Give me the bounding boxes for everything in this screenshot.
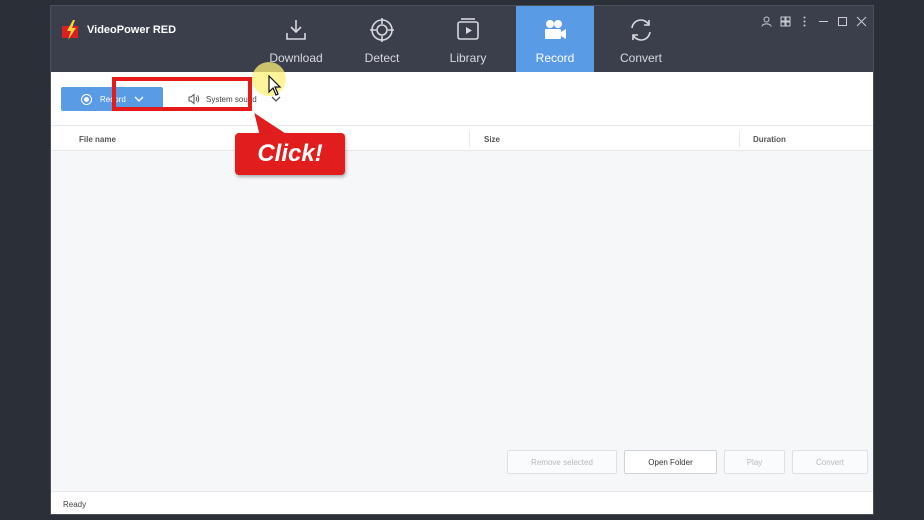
- tab-label: Convert: [619, 51, 663, 65]
- status-text: Ready: [63, 499, 87, 509]
- column-header-file-name[interactable]: File name: [79, 135, 116, 144]
- tab-label: Library: [449, 51, 487, 65]
- user-icon[interactable]: [761, 14, 772, 27]
- column-header-duration[interactable]: Duration: [753, 135, 786, 144]
- tab-record[interactable]: Record: [516, 6, 594, 72]
- play-button[interactable]: Play: [724, 450, 785, 474]
- tab-label: Record: [535, 51, 575, 65]
- video-camera-icon: [545, 20, 566, 39]
- app-title: VideoPower RED: [87, 24, 177, 36]
- more-icon[interactable]: [799, 14, 810, 27]
- tab-label: Detect: [364, 51, 400, 65]
- library-icon: [457, 18, 479, 40]
- grid-icon[interactable]: [780, 14, 791, 27]
- tab-convert[interactable]: Convert: [602, 6, 680, 72]
- app-logo: VideoPower RED: [61, 20, 176, 40]
- tab-detect[interactable]: Detect: [343, 6, 421, 72]
- tab-library[interactable]: Library: [429, 6, 507, 72]
- highlight-box: [112, 77, 252, 111]
- logo-icon: [62, 20, 78, 40]
- title-bar: VideoPower RED Download Detect Library R…: [51, 6, 873, 72]
- convert-button[interactable]: Convert: [792, 450, 868, 474]
- convert-icon: [631, 19, 651, 41]
- minimize-icon[interactable]: [818, 14, 829, 25]
- close-icon[interactable]: [856, 14, 867, 27]
- download-icon: [286, 20, 306, 40]
- detect-icon: [370, 18, 394, 42]
- column-divider: [739, 131, 740, 147]
- column-header-size[interactable]: Size: [484, 135, 500, 144]
- file-list: [51, 151, 873, 491]
- mouse-cursor-icon: [268, 75, 282, 96]
- record-icon: [81, 93, 92, 105]
- remove-selected-button[interactable]: Remove selected: [507, 450, 617, 474]
- tab-label: Download: [269, 51, 323, 65]
- open-folder-button[interactable]: Open Folder: [624, 450, 717, 474]
- maximize-icon[interactable]: [837, 14, 848, 26]
- click-callout: Click!: [235, 133, 345, 175]
- column-divider: [469, 131, 470, 147]
- window-controls: [761, 14, 867, 27]
- status-bar: Ready: [51, 491, 873, 514]
- table-header: File name Size Duration: [51, 127, 873, 151]
